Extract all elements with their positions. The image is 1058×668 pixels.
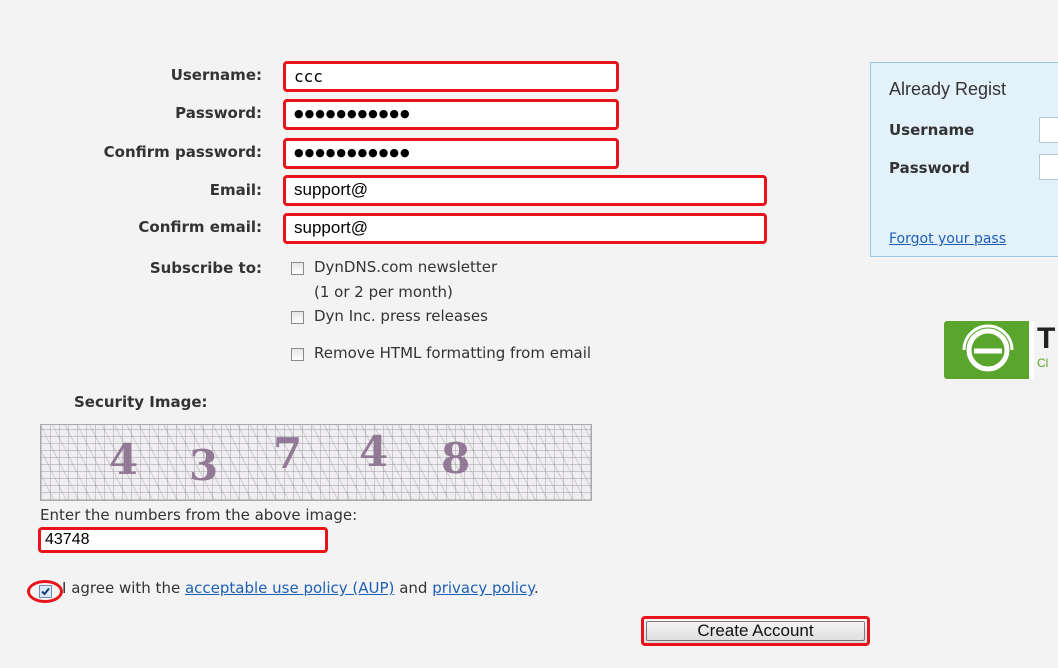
captcha-digit: 4 — [359, 427, 389, 476]
create-account-button[interactable]: Create Account — [641, 616, 870, 646]
captcha-image: 4 3 7 4 8 — [40, 424, 592, 501]
email-label: Email: — [209, 181, 262, 199]
agreement-text: I agree with the acceptable use policy (… — [62, 579, 539, 597]
security-image-label: Security Image: — [74, 393, 208, 411]
agreement-suffix: . — [534, 579, 539, 597]
newsletter-frequency-note: (1 or 2 per month) — [314, 283, 453, 301]
username-label: Username: — [170, 66, 262, 84]
logo-letter: T — [1037, 322, 1056, 355]
login-username-input[interactable] — [1039, 117, 1058, 143]
captcha-instruction: Enter the numbers from the above image: — [40, 506, 358, 524]
agree-checkbox[interactable] — [39, 585, 52, 598]
password-label: Password: — [175, 104, 262, 122]
confirm-email-field[interactable]: support@ — [283, 213, 767, 244]
partner-logo — [944, 321, 1034, 379]
forgot-password-link[interactable]: Forgot your pass — [889, 231, 1006, 247]
login-box: Already Regist Username Password Forgot … — [870, 62, 1058, 257]
login-password-label: Password — [889, 159, 970, 177]
e-logo-icon — [944, 321, 1034, 379]
newsletter-checkbox[interactable] — [291, 262, 304, 275]
logo-subtext: Cl — [1037, 356, 1049, 370]
agreement-and: and — [399, 579, 428, 597]
email-field[interactable]: support@ — [283, 175, 767, 206]
remove-html-checkbox[interactable] — [291, 348, 304, 361]
create-account-label: Create Account — [697, 621, 814, 640]
captcha-answer-field[interactable]: 43748 — [38, 527, 328, 553]
username-field[interactable]: ccc — [283, 61, 619, 92]
newsletter-label: DynDNS.com newsletter — [314, 258, 498, 276]
password-field[interactable]: ●●●●●●●●●●● — [283, 99, 619, 130]
confirm-password-field[interactable]: ●●●●●●●●●●● — [283, 138, 619, 169]
press-releases-label: Dyn Inc. press releases — [314, 307, 488, 325]
remove-html-label: Remove HTML formatting from email — [314, 344, 592, 362]
subscribe-label: Subscribe to: — [149, 259, 262, 277]
privacy-policy-link[interactable]: privacy policy — [432, 579, 534, 597]
agreement-prefix: I agree with the — [62, 579, 181, 597]
login-username-label: Username — [889, 121, 975, 139]
login-box-title: Already Regist — [889, 79, 1007, 99]
captcha-digit: 4 — [109, 435, 139, 484]
confirm-password-label: Confirm password: — [103, 143, 262, 161]
captcha-digit: 7 — [273, 429, 303, 478]
captcha-digit: 8 — [441, 434, 471, 483]
aup-link[interactable]: acceptable use policy (AUP) — [185, 579, 394, 597]
press-releases-checkbox[interactable] — [291, 311, 304, 324]
confirm-email-label: Confirm email: — [138, 218, 262, 236]
login-password-input[interactable] — [1039, 154, 1058, 180]
captcha-digit: 3 — [189, 441, 219, 490]
checkmark-icon — [41, 587, 50, 596]
e-logo-glyph — [962, 324, 1014, 372]
